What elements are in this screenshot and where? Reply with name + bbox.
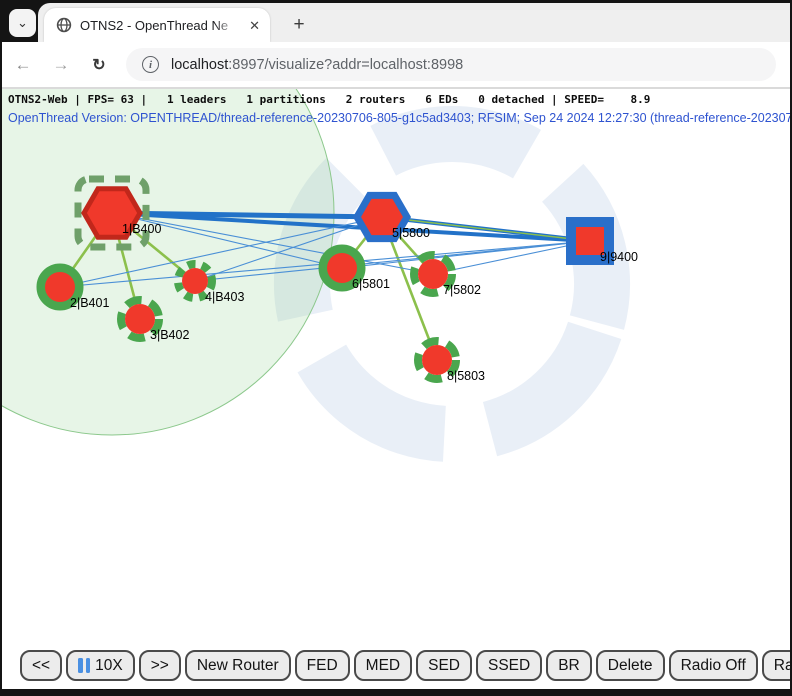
node-5-5800[interactable]: 5|5800: [357, 195, 430, 240]
button-label: SED: [428, 657, 460, 675]
chevron-down-icon: ⌄: [17, 15, 28, 31]
window-frame-bottom: [0, 689, 792, 696]
node-9-9400[interactable]: 9|9400: [571, 222, 638, 264]
address-bar[interactable]: i localhost:8997/visualize?addr=localhos…: [126, 48, 776, 81]
forward-button[interactable]: →: [48, 55, 74, 75]
node-label: 5|5800: [392, 226, 430, 240]
button-label: New Router: [197, 657, 279, 675]
radio-off-button[interactable]: Radio Off: [669, 650, 758, 681]
button-label: FED: [307, 657, 338, 675]
button-label: 10X: [95, 657, 123, 675]
button-label: Radio Off: [681, 657, 746, 675]
step-back-button[interactable]: <<: [20, 650, 62, 681]
otns-canvas[interactable]: 1|B400 2|B401 3|B402 4|B403 5|5800 6|5801 7|58…: [2, 89, 790, 689]
bottom-toolbar: << 10X >> New Router FED MED SED SSED BR Delete Ra…: [20, 650, 790, 681]
br-button[interactable]: BR: [546, 650, 592, 681]
fed-button[interactable]: FED: [295, 650, 350, 681]
button-label: Delete: [608, 657, 653, 675]
pause-icon: [78, 658, 90, 673]
plus-icon: +: [293, 14, 304, 36]
node-label: 7|5802: [443, 283, 481, 297]
button-label: SSED: [488, 657, 530, 675]
node-8-5803[interactable]: 8|5803: [418, 341, 485, 383]
openthread-version-line: OpenThread Version: OPENTHREAD/thread-re…: [8, 111, 790, 125]
sed-button[interactable]: SED: [416, 650, 472, 681]
new-router-button[interactable]: New Router: [185, 650, 291, 681]
node-label: 1|B400: [122, 222, 161, 236]
node-label: 9|9400: [600, 250, 638, 264]
reload-button[interactable]: ↻: [86, 55, 112, 75]
med-button[interactable]: MED: [354, 650, 412, 681]
url-text: localhost:8997/visualize?addr=localhost:…: [171, 57, 463, 73]
tab-title: OTNS2 - OpenThread Ne: [80, 18, 238, 33]
node-label: 6|5801: [352, 277, 390, 291]
link-6-9: [342, 241, 590, 268]
back-button[interactable]: ←: [10, 55, 36, 75]
node-label: 4|B403: [205, 290, 244, 304]
node-7-5802[interactable]: 7|5802: [414, 255, 481, 297]
url-host: localhost: [171, 57, 228, 73]
radio-range-circle: [2, 89, 334, 435]
tab-close-icon[interactable]: ✕: [249, 19, 260, 32]
simulation-status-line: OTNS2-Web | FPS= 63 | 1 leaders 1 partit…: [8, 93, 650, 106]
button-label: MED: [366, 657, 400, 675]
network-canvas-svg: 1|B400 2|B401 3|B402 4|B403 5|5800 6|5801 7|58…: [2, 89, 790, 689]
radio-on-button[interactable]: Radio On: [762, 650, 790, 681]
button-label: >>: [151, 657, 169, 675]
new-tab-button[interactable]: +: [286, 12, 312, 38]
active-tab[interactable]: OTNS2 - OpenThread Ne ✕: [44, 8, 270, 42]
step-forward-button[interactable]: >>: [139, 650, 181, 681]
globe-favicon-icon: [56, 17, 72, 33]
site-info-icon[interactable]: i: [142, 56, 159, 73]
button-label: Radio On: [774, 657, 790, 675]
browser-window: ⌄ OTNS2 - OpenThread Ne ✕ + ← → ↻ i loca…: [0, 0, 792, 696]
node-label: 2|B401: [70, 296, 109, 310]
delete-button[interactable]: Delete: [596, 650, 665, 681]
url-path: :8997/visualize?addr=localhost:8998: [228, 57, 463, 73]
button-label: <<: [32, 657, 50, 675]
button-label: BR: [558, 657, 580, 675]
tab-search-button[interactable]: ⌄: [9, 9, 36, 37]
tab-strip: ⌄ OTNS2 - OpenThread Ne ✕ +: [2, 2, 790, 42]
ssed-button[interactable]: SSED: [476, 650, 542, 681]
browser-toolbar: ← → ↻ i localhost:8997/visualize?addr=lo…: [2, 42, 790, 89]
speed-button[interactable]: 10X: [66, 650, 135, 681]
node-6-5801[interactable]: 6|5801: [323, 249, 390, 291]
node-label: 3|B402: [150, 328, 189, 342]
node-label: 8|5803: [447, 369, 485, 383]
